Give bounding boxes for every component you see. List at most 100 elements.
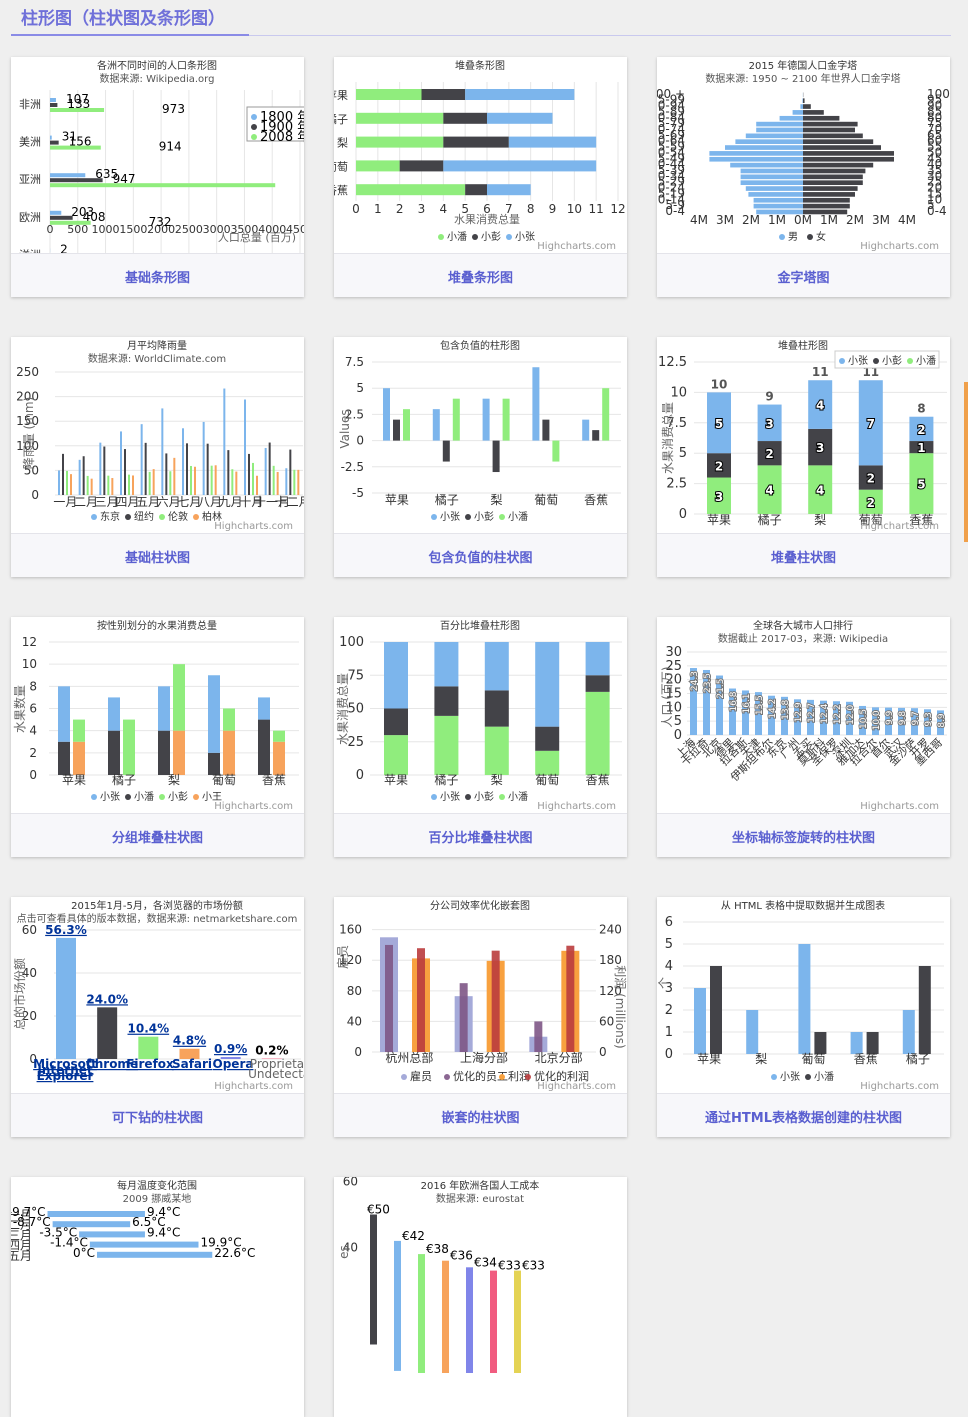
bar[interactable] (50, 141, 59, 145)
bar[interactable] (50, 183, 275, 187)
bar[interactable] (285, 468, 287, 495)
bar[interactable] (50, 108, 104, 112)
bar[interactable] (741, 169, 803, 174)
bar[interactable] (803, 110, 824, 115)
bar[interactable] (50, 221, 91, 225)
bar[interactable] (514, 1271, 521, 1373)
card-caption-link[interactable]: 通过HTML表格数据创建的柱状图 (657, 1107, 950, 1126)
bar[interactable] (586, 675, 610, 692)
bar[interactable] (741, 180, 803, 185)
bar[interactable] (403, 409, 410, 440)
legend-item[interactable]: 男 (788, 231, 798, 243)
bar[interactable] (123, 720, 135, 775)
bar[interactable] (66, 471, 68, 495)
bar[interactable] (443, 113, 487, 124)
bar[interactable] (586, 642, 610, 675)
legend-item[interactable]: 小彭 (168, 790, 188, 803)
bar[interactable] (145, 443, 147, 495)
bar[interactable] (277, 472, 279, 495)
bar[interactable] (465, 89, 574, 100)
bar[interactable] (803, 157, 894, 162)
bar[interactable] (58, 470, 60, 495)
bar[interactable] (443, 160, 596, 171)
bar[interactable] (269, 443, 271, 495)
data-label[interactable]: 0.9% (214, 1042, 247, 1056)
card-caption-link[interactable]: 可下钻的柱状图 (11, 1107, 304, 1126)
bar[interactable] (83, 456, 85, 495)
bar[interactable] (297, 470, 299, 495)
chart-card[interactable]: 2016 年欧洲各国人工成本数据来源: eurostat4060€50€42€3… (334, 1177, 627, 1417)
data-label[interactable]: 10.4% (128, 1022, 170, 1036)
bar[interactable] (208, 675, 220, 753)
bar[interactable] (746, 1010, 758, 1054)
bar[interactable] (128, 475, 130, 495)
credits-link[interactable]: Highcharts.com (860, 521, 939, 532)
legend-item[interactable]: 2008 年 (260, 130, 304, 145)
bar[interactable] (803, 116, 839, 121)
bar[interactable] (50, 98, 56, 102)
legend-item[interactable]: 小张 (515, 231, 535, 243)
bar[interactable] (442, 1261, 449, 1373)
bar[interactable] (535, 727, 559, 751)
chart-card[interactable]: 每月温度变化范围2009 挪威某地一月-9.7°C9.4°C二月-8.7°C6.… (11, 1177, 304, 1417)
bar[interactable] (73, 720, 85, 742)
legend-item[interactable]: 小张 (440, 791, 460, 803)
legend-item[interactable]: 小彭 (474, 510, 494, 523)
bar[interactable] (97, 1252, 212, 1258)
bar[interactable] (91, 479, 93, 495)
bar[interactable] (87, 476, 89, 495)
bar[interactable] (99, 443, 101, 495)
legend-item[interactable]: 小潘 (134, 791, 154, 803)
bar[interactable] (754, 204, 803, 209)
bar[interactable] (132, 475, 134, 495)
bar[interactable] (103, 447, 105, 495)
bar[interactable] (223, 731, 235, 775)
bar[interactable] (265, 448, 267, 495)
bar[interactable] (252, 463, 254, 495)
bar[interactable] (356, 137, 443, 148)
bar[interactable] (50, 173, 85, 177)
bar[interactable] (466, 1267, 473, 1373)
chart-card[interactable]: 按性别划分的水果消费总量024681012苹果橘子梨葡萄香蕉水果数量小张小潘小彭… (11, 617, 304, 857)
x-tick-label[interactable]: Firefox (126, 1057, 174, 1071)
bar[interactable] (223, 709, 235, 731)
bar[interactable] (384, 735, 408, 775)
bar[interactable] (173, 731, 185, 775)
bar[interactable] (124, 449, 126, 495)
bar[interactable] (50, 178, 103, 182)
chart-card[interactable]: 从 HTML 表格中提取数据并生成图表0123456苹果梨葡萄香蕉橘子个小张小潘… (657, 897, 950, 1137)
bar[interactable] (803, 122, 858, 127)
bar[interactable] (182, 428, 184, 495)
bar[interactable] (803, 198, 850, 203)
bar[interactable] (194, 467, 196, 495)
bar[interactable] (800, 104, 803, 109)
legend-item[interactable]: 小彭 (474, 790, 494, 803)
bar[interactable] (73, 742, 85, 775)
bar[interactable] (725, 145, 803, 150)
bar[interactable] (141, 424, 143, 495)
bar[interactable] (434, 716, 458, 775)
x-tick-label[interactable]: Safari (172, 1057, 212, 1071)
bar[interactable] (258, 697, 270, 719)
bar[interactable] (465, 184, 487, 195)
legend-item[interactable]: 小潘 (447, 231, 467, 243)
legend-item[interactable]: 小潘 (508, 511, 528, 523)
chart-card[interactable]: 包含负值的柱形图-5-2.502.557.5苹果橘子梨葡萄香蕉Values小张小… (334, 337, 627, 577)
credits-link[interactable]: Highcharts.com (860, 241, 939, 252)
card-caption-link[interactable]: 基础柱状图 (11, 547, 304, 566)
bar[interactable] (62, 454, 64, 495)
bar[interactable] (50, 211, 61, 215)
bar[interactable] (48, 1211, 145, 1217)
bar[interactable] (50, 216, 73, 220)
bar[interactable] (422, 89, 466, 100)
bar[interactable] (509, 137, 596, 148)
bar[interactable] (803, 128, 855, 133)
bar[interactable] (227, 450, 229, 495)
credits-link[interactable]: Highcharts.com (860, 801, 939, 812)
legend-item[interactable]: 女 (816, 230, 826, 243)
credits-link[interactable]: Highcharts.com (860, 1081, 939, 1092)
chart-card[interactable]: 百分比堆叠柱形图0255075100苹果橘子梨葡萄香蕉水果消费总量小张小彭小潘H… (334, 617, 627, 857)
credits-link[interactable]: Highcharts.com (537, 1081, 616, 1092)
card-caption-link[interactable]: 堆叠条形图 (334, 267, 627, 286)
bar[interactable] (244, 400, 246, 495)
